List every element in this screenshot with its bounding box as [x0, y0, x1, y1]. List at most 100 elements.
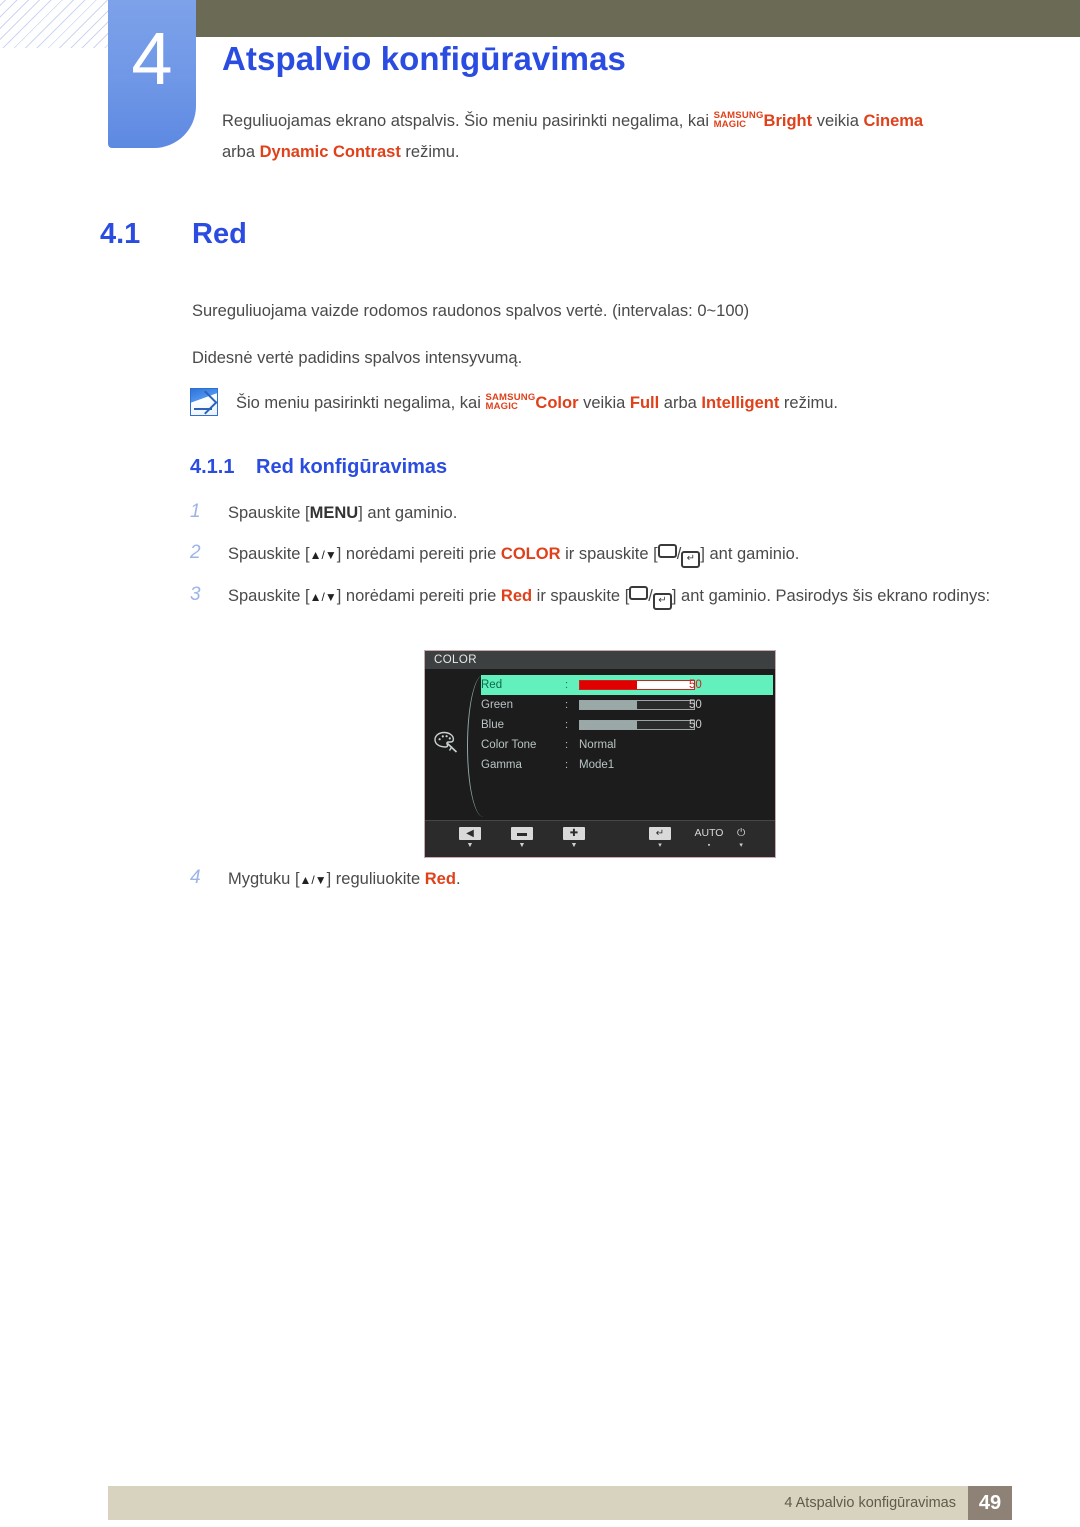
- subsection-number: 4.1.1: [190, 456, 235, 478]
- subsection-heading: 4.1.1 Red konfigūravimas: [190, 456, 447, 479]
- step2-t3: ir spauskite [: [560, 545, 658, 563]
- note-pencil-baseline: [194, 408, 212, 410]
- osd-row-label: Color Tone: [481, 739, 537, 751]
- osd-back-button[interactable]: ◀ ▼: [459, 827, 481, 850]
- osd-slider-fill: [580, 701, 637, 709]
- chapter-intro-line2-prefix: arba: [222, 143, 260, 161]
- chapter-intro-dynamic-contrast: Dynamic Contrast: [259, 143, 401, 161]
- updown-arrows-icon: ▲/▼: [309, 590, 337, 604]
- plus-tick: ▼: [570, 842, 578, 849]
- note-prefix: Šio meniu pasirinkti negalima, kai: [236, 394, 486, 412]
- page-footer: 4 Atspalvio konfigūravimas 49: [108, 1486, 1012, 1520]
- step-number: 3: [190, 584, 201, 605]
- step2-t4: ] ant gaminio.: [700, 545, 800, 563]
- osd-row-value: Normal: [579, 739, 617, 751]
- osd-row-gamma[interactable]: Gamma : Mode1: [481, 755, 773, 775]
- magic-bottom: MAGIC: [713, 119, 747, 130]
- step2-target: COLOR: [500, 545, 561, 563]
- osd-auto-button[interactable]: AUTO ▪: [687, 827, 731, 850]
- step-text: Spauskite [▲/▼] norėdami pereiti prie CO…: [228, 541, 799, 569]
- osd-row-color-tone[interactable]: Color Tone : Normal: [481, 735, 773, 755]
- steps-list: 1 Spauskite [MENU] ant gaminio. 2 Spausk…: [190, 500, 1010, 625]
- note-mid: veikia: [578, 394, 630, 412]
- osd-power-button[interactable]: ⏻ ▾: [737, 827, 745, 850]
- step4-target: Red: [424, 870, 456, 888]
- osd-row-label: Gamma: [481, 759, 522, 771]
- note-pencil-nib: [193, 390, 218, 415]
- step2-t2: ] norėdami pereiti prie: [336, 545, 501, 563]
- enter-tick: ▾: [658, 842, 662, 849]
- step-item: 4 Mygtuku [▲/▼] reguliuokite Red.: [190, 866, 890, 894]
- step4-t3: .: [455, 870, 461, 888]
- enter-key-icon: ↵: [652, 593, 672, 610]
- step-item: 3 Spauskite [▲/▼] norėdami pereiti prie …: [190, 583, 1010, 611]
- enter-key-icon: ↵: [681, 551, 701, 568]
- minus-tick: ▼: [518, 842, 526, 849]
- enter-icon: ↵: [649, 827, 671, 840]
- osd-row-value: 50: [689, 679, 702, 691]
- osd-row-colon: :: [565, 739, 569, 751]
- note-pencil-icon: [190, 388, 218, 416]
- step3-t1: Spauskite [: [228, 587, 310, 605]
- osd-minus-button[interactable]: ▬ ▼: [511, 827, 533, 850]
- source-key-icon: [629, 586, 649, 600]
- chapter-intro-line2-suffix: režimu.: [400, 143, 460, 161]
- updown-arrows-icon: ▲/▼: [309, 548, 337, 562]
- step-text: Spauskite [▲/▼] norėdami pereiti prie Re…: [228, 583, 990, 611]
- osd-body: Red : 50 Green : 50 Blue : 50 Color Tone…: [425, 669, 775, 821]
- osd-slider-red[interactable]: [579, 680, 695, 690]
- source-key-icon: [657, 544, 677, 558]
- osd-menu-screenshot: COLOR Red : 50 Green : 50 Blue: 50 Colo…: [424, 650, 776, 858]
- step4-t2: ] reguliuokite: [326, 870, 425, 888]
- osd-row-value: Mode1: [579, 759, 615, 771]
- osd-slider-blue[interactable]: [579, 720, 695, 730]
- auto-tick: ▪: [707, 842, 711, 849]
- osd-slider-fill: [580, 681, 637, 689]
- minus-icon: ▬: [511, 827, 533, 840]
- step3-t2: ] norėdami pereiti prie: [336, 587, 501, 605]
- section-title: Red: [192, 218, 247, 250]
- chapter-intro-mid: veikia: [812, 112, 864, 130]
- step1-t1: Spauskite [: [228, 504, 310, 522]
- osd-row-colon: :: [565, 699, 569, 711]
- olive-header-bar: [196, 0, 1080, 37]
- note-text: Šio meniu pasirinkti negalima, kai SAMSU…: [236, 388, 838, 417]
- samsung-magic-logo: SAMSUNG MAGIC: [713, 111, 764, 130]
- subsection-title: Red konfigūravimas: [256, 456, 448, 478]
- step-number: 4: [190, 867, 201, 888]
- osd-row-label: Red: [481, 679, 503, 691]
- osd-slider-green[interactable]: [579, 700, 695, 710]
- step1-key: MENU: [309, 504, 359, 522]
- osd-row-label: Green: [481, 699, 513, 711]
- step3-target: Red: [500, 587, 533, 605]
- osd-row-value: 50: [689, 719, 702, 731]
- osd-row-green[interactable]: Green : 50: [481, 695, 773, 715]
- chapter-intro-prefix: Reguliuojamas ekrano atspalvis. Šio meni…: [222, 112, 714, 130]
- footer-page-number: 49: [968, 1486, 1012, 1520]
- osd-plus-button[interactable]: ✚ ▼: [563, 827, 585, 850]
- step1-t2: ] ant gaminio.: [358, 504, 458, 522]
- chapter-title: Atspalvio konfigūravimas: [222, 40, 627, 77]
- osd-enter-button[interactable]: ↵ ▾: [649, 827, 671, 850]
- step4-t1: Mygtuku [: [228, 870, 300, 888]
- chapter-number: 4: [131, 17, 173, 100]
- osd-rows: Red : 50 Green : 50 Blue : 50 Color Tone…: [481, 675, 773, 775]
- back-icon: ◀: [459, 827, 481, 840]
- note-full: Full: [629, 394, 660, 412]
- note-intelligent: Intelligent: [701, 394, 780, 412]
- note-suffix: režimu.: [779, 394, 839, 412]
- plus-icon: ✚: [563, 827, 585, 840]
- step3-t3: ir spauskite [: [532, 587, 630, 605]
- osd-row-blue[interactable]: Blue : 50: [481, 715, 773, 735]
- power-tick: ▾: [739, 842, 743, 849]
- back-tick: ▼: [466, 842, 474, 849]
- footer-chapter-label: 4 Atspalvio konfigūravimas: [784, 1495, 956, 1511]
- osd-row-red[interactable]: Red : 50: [481, 675, 773, 695]
- step-item: 2 Spauskite [▲/▼] norėdami pereiti prie …: [190, 541, 1010, 569]
- step-number: 1: [190, 501, 201, 522]
- osd-slider-fill: [580, 721, 637, 729]
- power-icon: ⏻: [737, 827, 746, 839]
- osd-row-label: Blue: [481, 719, 505, 731]
- chapter-intro: Reguliuojamas ekrano atspalvis. Šio meni…: [222, 106, 1022, 168]
- step-number: 2: [190, 542, 201, 563]
